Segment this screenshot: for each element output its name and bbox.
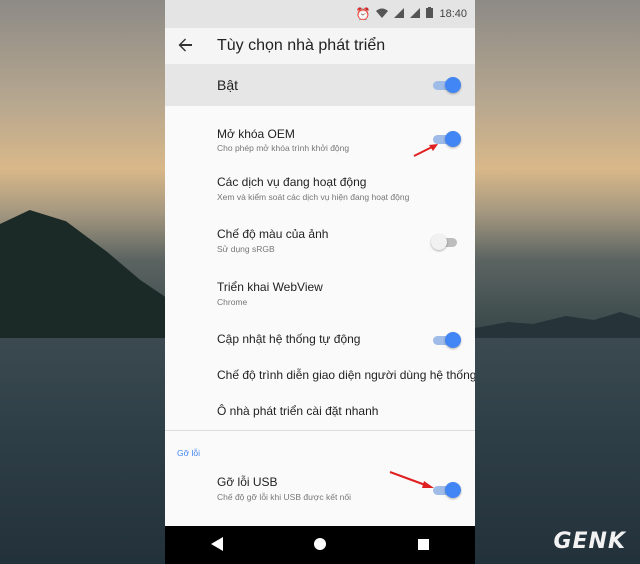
signal-icon — [394, 7, 405, 21]
battery-icon — [426, 7, 434, 21]
setting-title: Cập nhật hệ thống tự động — [217, 332, 361, 346]
setting-title: Chế độ màu của ảnh — [217, 227, 329, 241]
background-mountain-left — [0, 210, 165, 350]
page-title: Tùy chọn nhà phát triển — [217, 37, 386, 54]
signal-icon — [410, 7, 421, 21]
annotation-arrow — [413, 144, 438, 157]
nav-recents-icon[interactable] — [403, 537, 443, 553]
setting-title: Mở khóa OEM — [217, 127, 295, 141]
setting-auto-system-update[interactable]: Cập nhật hệ thống tự động — [165, 314, 475, 354]
setting-running-services[interactable]: Các dịch vụ đang hoạt động Xem và kiểm s… — [165, 158, 475, 210]
setting-subtitle: Chrome — [217, 297, 248, 307]
section-label-debug: Gỡ lỗi — [177, 448, 201, 458]
auto-update-toggle[interactable] — [431, 332, 461, 348]
alarm-icon: ⏰ — [355, 7, 371, 21]
background-mountain-right — [475, 312, 640, 340]
master-switch-label: Bật — [217, 77, 239, 93]
status-bar: ⏰ 18:40 — [165, 0, 475, 28]
setting-subtitle: Xem và kiểm soát các dịch vụ hiện đang h… — [217, 192, 410, 202]
annotation-arrow — [389, 471, 434, 488]
setting-subtitle: Sử dụng sRGB — [217, 244, 275, 254]
section-divider — [165, 430, 475, 431]
back-arrow-icon[interactable] — [165, 35, 205, 58]
master-toggle[interactable] — [431, 77, 461, 93]
nav-back-icon[interactable] — [197, 536, 237, 554]
setting-title: Triển khai WebView — [217, 280, 323, 294]
color-mode-toggle[interactable] — [431, 234, 461, 250]
setting-webview[interactable]: Triển khai WebView Chrome — [165, 262, 475, 314]
setting-quick-settings-tiles[interactable]: Ô nhà phát triển cài đặt nhanh — [165, 390, 475, 426]
setting-system-ui-demo[interactable]: Chế độ trình diễn giao diện người dùng h… — [165, 354, 475, 390]
navigation-bar — [165, 526, 475, 564]
setting-subtitle: Cho phép mở khóa trình khởi động — [217, 143, 350, 153]
wifi-icon — [376, 7, 389, 21]
setting-subtitle: Chế độ gỡ lỗi khi USB được kết nối — [217, 492, 352, 502]
setting-title: Ô nhà phát triển cài đặt nhanh — [217, 404, 379, 418]
status-time: 18:40 — [439, 8, 467, 20]
watermark-logo: GENK — [553, 529, 626, 554]
setting-title: Chế độ trình diễn giao diện người dùng h… — [217, 368, 475, 382]
setting-title: Gỡ lỗi USB — [217, 475, 278, 489]
master-switch-row[interactable]: Bật — [165, 64, 475, 106]
setting-color-mode[interactable]: Chế độ màu của ảnh Sử dụng sRGB — [165, 210, 475, 262]
setting-title: Các dịch vụ đang hoạt động — [217, 175, 367, 189]
nav-home-icon[interactable] — [300, 537, 340, 553]
app-bar: Tùy chọn nhà phát triển — [165, 28, 475, 64]
